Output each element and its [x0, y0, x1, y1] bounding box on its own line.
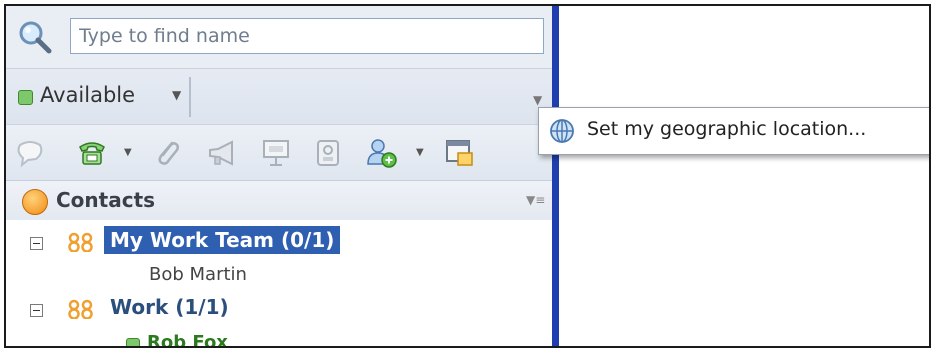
status-more-icon[interactable]: ▼	[533, 93, 542, 107]
find-name-input[interactable]	[70, 18, 544, 54]
search-icon[interactable]	[18, 20, 52, 54]
group-icon	[68, 299, 93, 319]
new-window-icon[interactable]	[444, 137, 476, 169]
group-label-work[interactable]: Work (1/1)	[110, 295, 229, 319]
attach-icon[interactable]	[152, 137, 184, 169]
presentation-icon[interactable]	[260, 137, 292, 169]
online-status-icon	[126, 338, 140, 346]
add-contact-caret-icon[interactable]: ▼	[416, 147, 424, 158]
action-toolbar: ▼ ▼	[6, 124, 552, 181]
phone-icon[interactable]	[76, 137, 108, 169]
phone-caret-icon[interactable]: ▼	[124, 147, 132, 158]
contacts-title: Contacts	[56, 188, 156, 212]
right-pane	[559, 6, 929, 346]
contacts-menu-icon[interactable]: ▼≡	[526, 193, 545, 207]
contact-tree: My Work Team (0/1) Bob Martin Work (1/1)…	[6, 220, 552, 346]
set-geographic-location-item[interactable]: Set my geographic location...	[587, 118, 866, 140]
status-bar: Available ▼ ▼	[6, 68, 552, 125]
collapse-group-icon[interactable]	[30, 304, 43, 317]
search-bar	[6, 6, 552, 68]
screen-share-icon[interactable]	[312, 137, 344, 169]
status-separator	[189, 77, 191, 117]
chat-icon[interactable]	[14, 137, 46, 169]
collapse-group-icon[interactable]	[30, 237, 43, 250]
pane-divider[interactable]	[552, 6, 559, 346]
group-label-my-work-team[interactable]: My Work Team (0/1)	[104, 226, 341, 254]
status-dropdown[interactable]: Available	[40, 83, 135, 107]
contact-rob-fox[interactable]: Rob Fox	[147, 332, 228, 346]
available-status-icon	[18, 90, 33, 105]
add-contact-icon[interactable]	[366, 137, 398, 169]
status-caret-icon[interactable]: ▼	[172, 88, 181, 102]
contacts-header: Contacts ▼≡	[6, 180, 552, 222]
location-popup-menu: Set my geographic location...	[538, 107, 929, 155]
announcement-icon[interactable]	[206, 137, 238, 169]
globe-icon	[550, 119, 574, 143]
contacts-icon	[22, 189, 48, 215]
contact-bob-martin[interactable]: Bob Martin	[149, 264, 247, 285]
window-frame: Available ▼ ▼ ▼	[4, 4, 931, 348]
group-icon	[68, 232, 93, 252]
contact-list-pane: Available ▼ ▼ ▼	[6, 6, 552, 346]
